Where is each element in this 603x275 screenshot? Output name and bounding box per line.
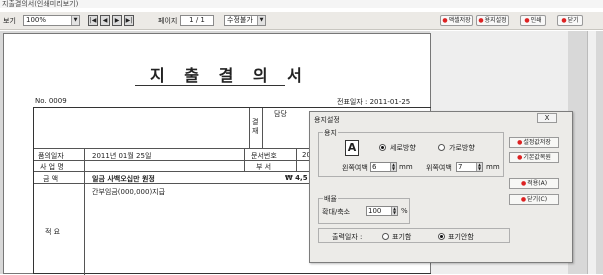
restore-defaults-label: 기본값복원 xyxy=(523,154,551,161)
dialog-title: 용지설정 xyxy=(314,116,340,124)
spinner-arrows-icon[interactable]: ▲ ▼ xyxy=(390,163,396,171)
voucher-date: 전표일자 : 2011-01-25 xyxy=(337,98,411,106)
dialog-close-label: 닫기(C) xyxy=(527,196,548,203)
edit-mode-value: 수정불가 xyxy=(227,16,253,24)
left-margin-unit: mm xyxy=(399,163,413,171)
paper-setup-label: 용지설정 xyxy=(484,17,507,24)
column-divider xyxy=(244,148,245,171)
column-divider xyxy=(296,148,297,171)
print-button[interactable]: ●인쇄 xyxy=(520,15,546,26)
scale-value: 100 xyxy=(368,207,382,215)
excel-save-button[interactable]: ●액셀저장 xyxy=(440,15,473,26)
top-margin-value: 7 xyxy=(458,163,463,171)
zoom-value: 100% xyxy=(26,16,47,24)
excel-save-label: 액셀저장 xyxy=(448,17,471,24)
portrait-label: 세로방향 xyxy=(390,144,416,152)
scale-label: 확대/축소 xyxy=(322,208,351,216)
prev-page-button[interactable]: ◀ xyxy=(100,15,110,26)
landscape-radio[interactable] xyxy=(438,144,445,151)
summary-value: 간부임금(000,000)지급 xyxy=(92,188,166,196)
page-label: 페이지 xyxy=(158,17,178,25)
paper-orientation-icon: A xyxy=(345,140,359,156)
request-date-label: 품의일자 xyxy=(38,152,64,160)
close-button[interactable]: ●닫기 xyxy=(557,15,583,26)
amount-label: 금 액 xyxy=(43,175,59,183)
preview-toolbar: 보기 100% ▼ |◀ ◀ ▶ ▶| 페이지 1 / 1 수정불가 ▼ ●액셀… xyxy=(0,12,603,30)
print-date-show-label: 표기함 xyxy=(392,233,412,241)
zoom-label: 보기 xyxy=(3,17,16,25)
business-name-label: 사 업 명 xyxy=(40,163,64,171)
request-date-value: 2011년 01월 25일 xyxy=(92,152,152,160)
save-settings-label: 설정값저장 xyxy=(523,139,551,146)
print-date-label: 출력일자 : xyxy=(332,233,363,241)
summary-label: 적 요 xyxy=(45,228,61,236)
spinner-arrows-icon[interactable]: ▲ ▼ xyxy=(391,207,397,215)
print-label: 인쇄 xyxy=(530,17,542,24)
next-page-button[interactable]: ▶ xyxy=(112,15,122,26)
label-column-divider xyxy=(84,148,85,275)
apply-button[interactable]: ●적용(A) xyxy=(509,178,559,189)
first-page-button[interactable]: |◀ xyxy=(88,15,98,26)
document-number: No. 0009 xyxy=(35,97,67,105)
paper-group-title: 용지 xyxy=(323,128,338,138)
dialog-close-text-button[interactable]: ●닫기(C) xyxy=(509,194,559,205)
print-date-hide-label: 표기안함 xyxy=(448,233,474,241)
top-margin-label: 위쪽여백 xyxy=(426,164,452,172)
approval-divider xyxy=(262,108,263,148)
portrait-radio[interactable] xyxy=(379,144,386,151)
scale-group-title: 배율 xyxy=(323,194,338,204)
scale-unit: % xyxy=(401,207,408,215)
left-margin-label: 왼쪽여백 xyxy=(342,164,368,172)
chevron-down-icon: ▼ xyxy=(257,16,265,25)
print-date-hide-radio[interactable] xyxy=(438,233,445,240)
amount-number: ₩ 4,5 xyxy=(285,174,308,182)
chevron-down-icon: ▼ xyxy=(71,16,79,25)
document-title: 지 출 결 의 서 xyxy=(150,66,309,85)
print-date-show-radio[interactable] xyxy=(382,233,389,240)
apply-label: 적용(A) xyxy=(527,180,548,187)
paper-setup-button[interactable]: ●용지설정 xyxy=(476,15,509,26)
left-margin-input[interactable]: 6 ▲ ▼ xyxy=(370,162,397,172)
approval-label: 결재 xyxy=(252,118,259,135)
close-label: 닫기 xyxy=(567,17,579,24)
paper-setup-dialog: 용지설정 X 용지 A 세로방향 가로방향 왼쪽여백 6 ▲ ▼ mm 위쪽여백 7… xyxy=(309,111,573,263)
zoom-select[interactable]: 100% ▼ xyxy=(23,15,80,26)
department-label: 부 서 xyxy=(256,163,272,171)
page-input[interactable]: 1 / 1 xyxy=(180,15,214,26)
top-margin-input[interactable]: 7 ▲ ▼ xyxy=(456,162,483,172)
restore-defaults-button[interactable]: ●기본값복원 xyxy=(509,152,559,163)
landscape-label: 가로방향 xyxy=(449,144,475,152)
top-margin-unit: mm xyxy=(486,163,500,171)
left-margin-value: 6 xyxy=(372,163,377,171)
save-settings-button[interactable]: ●설정값저장 xyxy=(509,137,559,148)
spinner-arrows-icon[interactable]: ▲ ▼ xyxy=(476,163,482,171)
dialog-close-button[interactable]: X xyxy=(537,113,557,123)
edit-mode-select[interactable]: 수정불가 ▼ xyxy=(224,15,266,26)
approval-divider xyxy=(249,108,250,148)
close-icon: X xyxy=(544,114,550,122)
last-page-button[interactable]: ▶| xyxy=(124,15,134,26)
vertical-scrollbar[interactable] xyxy=(587,31,596,274)
window-title: 지출결의서(인쇄미리보기) xyxy=(0,0,603,8)
approval-column-label: 담당 xyxy=(274,110,287,118)
title-underline xyxy=(135,85,285,86)
amount-korean: 일금 사백오십만 원정 xyxy=(92,175,155,183)
doc-number-label: 문서번호 xyxy=(251,152,277,160)
scale-input[interactable]: 100 ▲ ▼ xyxy=(366,206,398,216)
